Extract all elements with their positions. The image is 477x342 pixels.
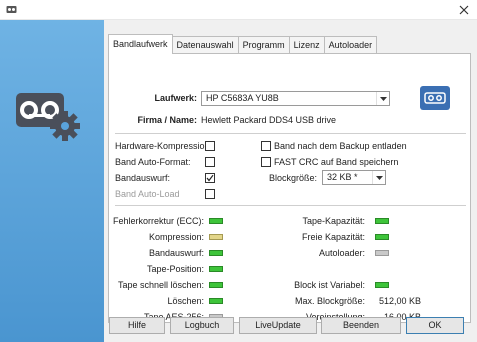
liveupdate-button[interactable]: LiveUpdate	[239, 317, 317, 334]
option-label-hardware-compression: Hardware-Kompression:	[115, 141, 213, 151]
status-led-ecc	[209, 218, 223, 224]
sidebar-banner	[0, 20, 104, 342]
ok-button[interactable]: OK	[406, 317, 464, 334]
check-icon	[206, 174, 214, 182]
blocksize-select[interactable]: 32 KB *	[322, 170, 386, 185]
blocksize-select-value: 32 KB *	[327, 172, 358, 182]
status-label-tape-capacity: Tape-Kapazität:	[302, 216, 365, 226]
cassette-icon	[424, 92, 446, 104]
drive-select-value: HP C5683A YU8B	[206, 93, 279, 103]
title-bar	[0, 0, 477, 20]
status-led-tape-position	[209, 266, 223, 272]
tab-programm[interactable]: Programm	[237, 36, 290, 54]
option-label-eject: Bandauswurf:	[115, 173, 171, 183]
vendor-value: Hewlett Packard DDS4 USB drive	[201, 115, 337, 125]
status-led-variable-block	[375, 282, 389, 288]
close-icon	[459, 5, 469, 15]
status-led-eject	[209, 250, 223, 256]
status-label-max-blocksize: Max. Blockgröße:	[294, 296, 365, 306]
status-label-ecc: Fehlerkorrektur (ECC):	[112, 216, 204, 226]
drive-label: Laufwerk:	[154, 93, 197, 103]
log-button[interactable]: Logbuch	[170, 317, 234, 334]
checkbox-hardware-compression[interactable]	[205, 141, 215, 151]
chevron-down-icon	[372, 171, 385, 184]
status-label-quick-erase: Tape schnell löschen:	[117, 280, 204, 290]
status-label-free-capacity: Freie Kapazität:	[301, 232, 365, 242]
status-label-variable-block: Block ist Variabel:	[294, 280, 365, 290]
status-label-erase: Löschen:	[167, 296, 204, 306]
drive-select[interactable]: HP C5683A YU8B	[201, 91, 390, 106]
status-value-max-blocksize: 512,00 KB	[378, 296, 421, 306]
tab-lizenz[interactable]: Lizenz	[288, 36, 325, 54]
tape-drive-gear-icon	[16, 93, 80, 141]
tab-bar: Bandlaufwerk Datenauswahl Programm Lizen…	[108, 34, 378, 54]
tab-autoloader[interactable]: Autoloader	[323, 36, 378, 54]
status-led-tape-capacity	[375, 218, 389, 224]
checkbox-unload-after-backup[interactable]	[261, 141, 271, 151]
tab-datenauswahl[interactable]: Datenauswahl	[171, 36, 239, 54]
vendor-label: Firma / Name:	[137, 115, 197, 125]
close-button[interactable]	[451, 0, 477, 20]
help-button[interactable]: Hilfe	[109, 317, 165, 334]
separator-middle	[115, 205, 466, 206]
separator-top	[115, 133, 466, 134]
tab-bandlaufwerk[interactable]: Bandlaufwerk	[108, 34, 173, 54]
status-label-compression: Kompression:	[148, 232, 204, 242]
option-label-auto-format: Band Auto-Format:	[115, 157, 191, 167]
status-label-autoloader: Autoloader:	[318, 248, 365, 258]
checkbox-eject[interactable]	[205, 173, 215, 183]
checkbox-auto-load[interactable]	[205, 189, 215, 199]
status-led-free-capacity	[375, 234, 389, 240]
checkbox-fast-crc[interactable]	[261, 157, 271, 167]
main-area: Bandlaufwerk Datenauswahl Programm Lizen…	[104, 20, 477, 342]
status-led-quick-erase	[209, 282, 223, 288]
tape-info-button[interactable]	[420, 86, 450, 110]
status-led-autoloader	[375, 250, 389, 256]
tab-panel-bandlaufwerk: Laufwerk: HP C5683A YU8B Firma / Name: H…	[108, 53, 471, 323]
option-label-unload-after-backup: Band nach dem Backup entladen	[274, 141, 407, 151]
status-label-eject: Bandauswurf:	[148, 248, 204, 258]
blocksize-label: Blockgröße:	[268, 173, 317, 183]
option-label-fast-crc: FAST CRC auf Band speichern	[274, 157, 399, 167]
exit-button[interactable]: Beenden	[321, 317, 401, 334]
chevron-down-icon	[376, 92, 389, 105]
checkbox-auto-format[interactable]	[205, 157, 215, 167]
status-label-tape-position: Tape-Position:	[146, 264, 204, 274]
tape-app-icon	[6, 6, 17, 13]
status-led-erase	[209, 298, 223, 304]
status-led-compression	[209, 234, 223, 240]
option-label-auto-load: Band Auto-Load	[115, 189, 180, 199]
